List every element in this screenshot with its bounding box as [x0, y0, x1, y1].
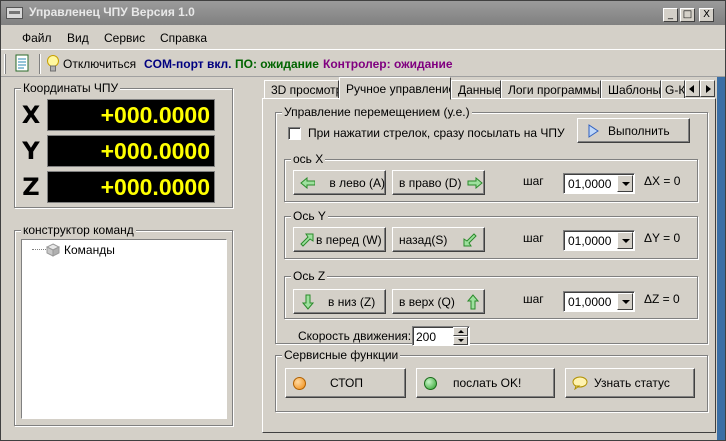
- menu-help[interactable]: Справка: [160, 31, 207, 45]
- notepad-button[interactable]: [12, 53, 32, 74]
- title-bar[interactable]: Управленец ЧПУ Версия 1.0 _ □ X: [1, 1, 725, 25]
- arrow-up-icon: [466, 293, 479, 309]
- tab-g-code[interactable]: G-К: [661, 80, 685, 99]
- z-step-select[interactable]: 01,0000: [563, 291, 635, 312]
- y-delta-label: ΔY = 0: [644, 231, 681, 245]
- maximize-button[interactable]: □: [680, 8, 695, 22]
- tab-scroll-right[interactable]: [700, 80, 715, 97]
- toolbar-grip: [4, 54, 6, 74]
- disconnect-label: Отключиться: [63, 57, 137, 71]
- manual-control-panel: Управление перемещением (у.е.) При нажат…: [262, 98, 716, 433]
- arrow-right-icon: [706, 85, 711, 93]
- menu-file[interactable]: Файл: [22, 31, 52, 45]
- x-step-select[interactable]: 01,0000: [563, 173, 635, 194]
- z-axis-label: Z: [22, 173, 40, 201]
- send-ok-button[interactable]: послать OK!: [416, 368, 555, 398]
- move-back-button[interactable]: назад(S): [392, 227, 485, 252]
- move-left-button[interactable]: в лево (A): [293, 170, 386, 195]
- play-icon: [588, 123, 599, 138]
- po-status: ПО: ожидание: [235, 57, 319, 71]
- main-window: Управленец ЧПУ Версия 1.0 _ □ X Файл Вид…: [0, 0, 726, 441]
- window-title: Управленец ЧПУ Версия 1.0: [29, 5, 195, 19]
- x-axis-label: X: [21, 101, 41, 129]
- toolbar: Отключиться COM-порт вкл. ПО: ожидание К…: [1, 49, 725, 77]
- command-tree[interactable]: Команды: [21, 239, 227, 419]
- arrow-up-right-icon: [300, 233, 314, 247]
- motion-control-group: Управление перемещением (у.е.) При нажат…: [275, 105, 708, 346]
- tab-program-logs[interactable]: Логи программы: [501, 80, 601, 99]
- y-axis-label: Y: [22, 137, 40, 165]
- arrow-left-icon: [689, 85, 694, 93]
- com-port-status: COM-порт вкл.: [144, 57, 232, 71]
- app-icon: [6, 7, 23, 19]
- x-axis-title: ось X: [291, 152, 326, 166]
- speed-spinner[interactable]: 200: [412, 326, 470, 346]
- green-dot-icon: [424, 376, 437, 390]
- coordinates-group: Координаты ЧПУ X +000.0000 Y +000.0000 Z…: [14, 81, 233, 208]
- move-right-button[interactable]: в право (D): [392, 170, 485, 195]
- controller-status: Контролер: ожидание: [323, 57, 453, 71]
- tab-data[interactable]: Данные: [451, 80, 501, 99]
- x-delta-label: ΔX = 0: [644, 174, 681, 188]
- move-down-button[interactable]: в низ (Z): [293, 289, 386, 314]
- tab-scroll-left[interactable]: [685, 80, 700, 97]
- z-axis-group: Ось Z в низ (Z) в верх (Q) шаг 01,0000 Δ…: [284, 269, 698, 319]
- move-up-button[interactable]: в верх (Q): [392, 289, 485, 314]
- stop-button[interactable]: СТОП: [285, 368, 406, 398]
- chevron-down-icon[interactable]: [617, 293, 633, 310]
- arrow-right-icon: [467, 176, 484, 189]
- z-delta-label: ΔZ = 0: [644, 292, 680, 306]
- z-step-label: шаг: [523, 292, 544, 306]
- y-axis-title: Ось Y: [291, 209, 328, 223]
- cube-icon: [46, 243, 60, 257]
- service-functions-group: Сервисные функции СТОП послать OK! Узнат…: [275, 348, 708, 412]
- tab-3d-view[interactable]: 3D просмотр: [264, 80, 339, 99]
- desktop-background-strip: [717, 77, 725, 440]
- notepad-icon: [15, 54, 29, 72]
- service-functions-title: Сервисные функции: [282, 348, 401, 362]
- menu-bar: Файл Вид Сервис Справка: [1, 25, 725, 49]
- chevron-down-icon[interactable]: [617, 232, 633, 249]
- x-coordinate-display: +000.0000: [47, 99, 215, 131]
- y-coordinate-display: +000.0000: [47, 135, 215, 167]
- tab-manual-control[interactable]: Ручное управление: [339, 77, 451, 100]
- send-immediately-checkbox[interactable]: [288, 127, 301, 140]
- move-forward-button[interactable]: в перед (W): [293, 227, 386, 252]
- toolbar-separator: [39, 54, 41, 74]
- x-step-label: шаг: [523, 174, 544, 188]
- arrow-down-left-icon: [463, 232, 478, 246]
- speed-label: Скорость движения:: [298, 329, 412, 343]
- chevron-down-icon[interactable]: [617, 175, 633, 192]
- menu-view[interactable]: Вид: [67, 31, 89, 45]
- x-axis-group: ось X в лево (A) в право (D) шаг 01,0000…: [284, 152, 698, 202]
- minimize-button[interactable]: _: [663, 8, 678, 22]
- execute-button[interactable]: Выполнить: [577, 118, 690, 143]
- tree-item-commands[interactable]: Команды: [46, 242, 166, 258]
- arrow-down-icon: [302, 294, 314, 310]
- close-button[interactable]: X: [699, 8, 714, 22]
- z-coordinate-display: +000.0000: [47, 171, 215, 203]
- speech-bubble-icon: [572, 376, 588, 390]
- y-step-select[interactable]: 01,0000: [563, 230, 635, 251]
- disconnect-button[interactable]: Отключиться: [46, 53, 141, 74]
- y-step-label: шаг: [523, 231, 544, 245]
- lightbulb-icon: [47, 55, 59, 72]
- send-immediately-label: При нажатии стрелок, сразу посылать на Ч…: [308, 126, 565, 140]
- tab-templates[interactable]: Шаблоны: [601, 80, 661, 99]
- y-axis-group: Ось Y в перед (W) назад(S) шаг 01,0000 Δ…: [284, 209, 698, 259]
- motion-control-title: Управление перемещением (у.е.): [282, 105, 472, 119]
- tab-scroll-arrows: [685, 80, 715, 97]
- coordinates-title: Координаты ЧПУ: [21, 81, 121, 95]
- menu-service[interactable]: Сервис: [104, 31, 145, 45]
- command-constructor-group: конструктор команд Команды: [14, 223, 233, 426]
- tree-connector: [32, 249, 46, 250]
- arrow-left-icon: [300, 176, 316, 189]
- constructor-title: конструктор команд: [21, 223, 136, 237]
- tree-item-label: Команды: [64, 243, 115, 257]
- z-axis-title: Ось Z: [291, 269, 328, 283]
- query-status-button[interactable]: Узнать статус: [565, 368, 695, 398]
- orange-dot-icon: [293, 376, 306, 390]
- spin-down-icon[interactable]: [453, 336, 468, 345]
- spin-up-icon[interactable]: [453, 327, 468, 336]
